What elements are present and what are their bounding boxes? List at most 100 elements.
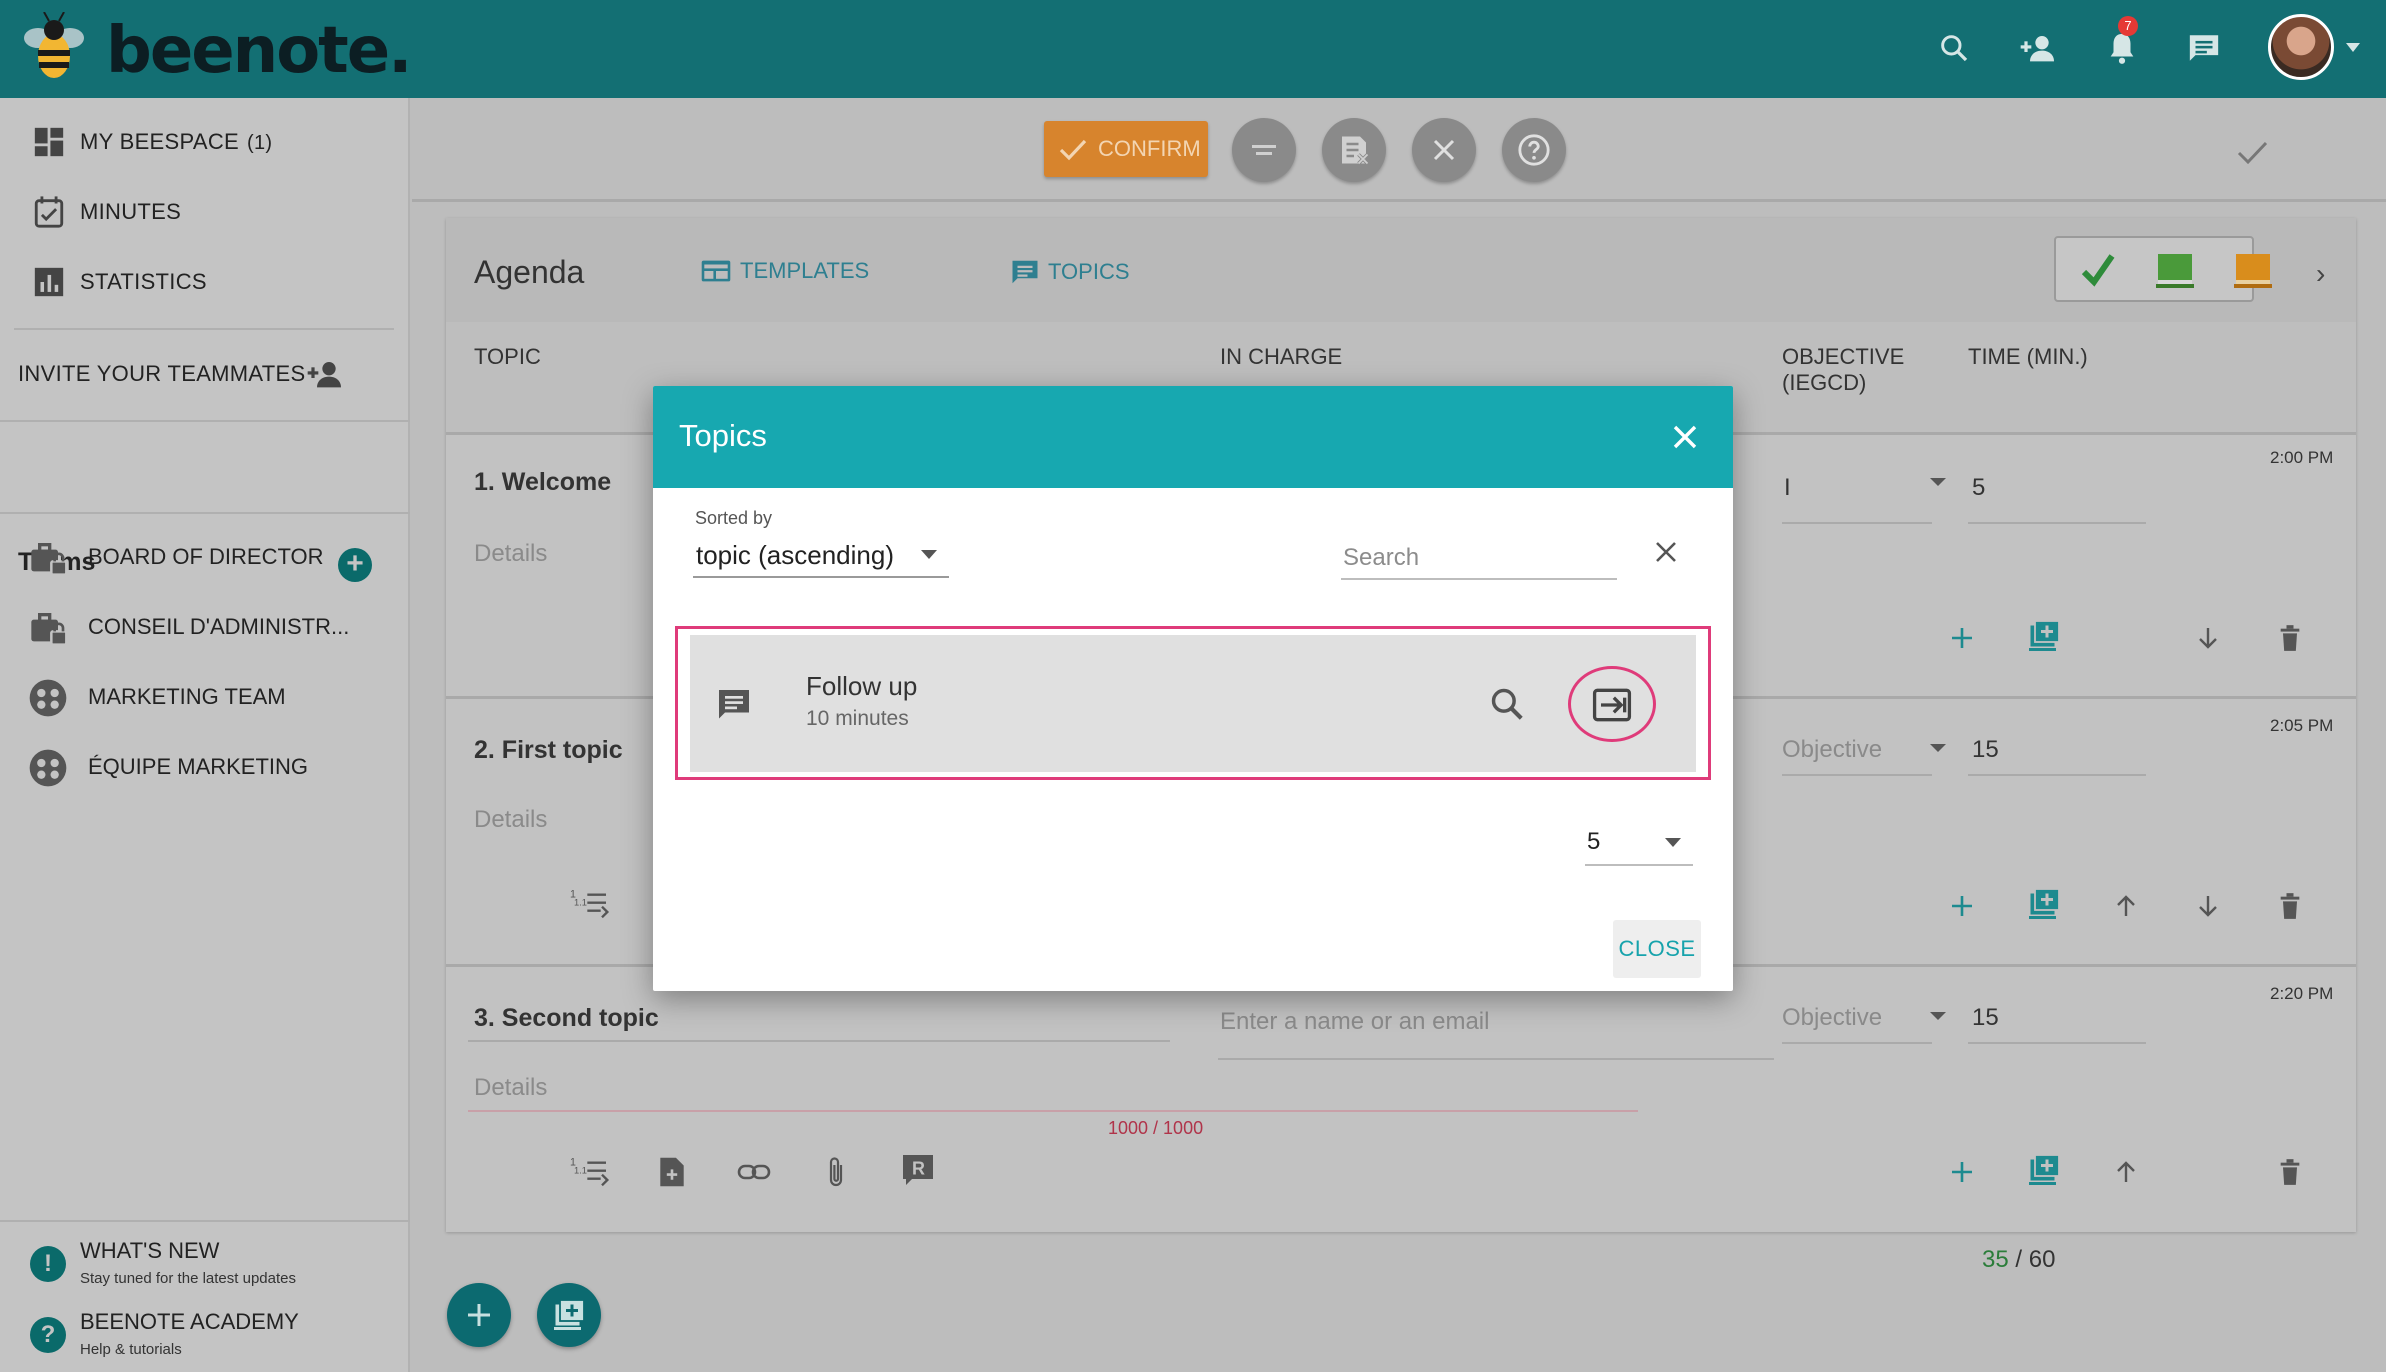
clear-search-icon[interactable] — [1648, 534, 1684, 570]
chevron-right-icon[interactable]: › — [2316, 258, 2325, 290]
add-topic-fab[interactable] — [447, 1283, 511, 1347]
chevron-down-icon[interactable] — [921, 550, 937, 559]
time-input[interactable]: 15 — [1972, 736, 1999, 764]
library-add-icon — [554, 1299, 585, 1330]
chevron-down-icon[interactable] — [1665, 838, 1681, 847]
sort-underline — [693, 576, 949, 578]
agenda-header: Agenda TEMPLATES TOPICS › — [446, 218, 2356, 322]
tab-topics[interactable]: TOPICS — [1010, 258, 1130, 286]
topic-title[interactable]: 1. Welcome — [474, 468, 611, 497]
sidebar-item-statistics[interactable]: STATISTICS — [0, 252, 410, 312]
items-per-page-select[interactable]: 5 — [1587, 828, 1600, 856]
delete-icon[interactable] — [2270, 886, 2310, 926]
topic-result-name: Follow up — [806, 671, 918, 701]
chevron-down-icon[interactable] — [2338, 24, 2368, 72]
remove-notes-button[interactable] — [1322, 118, 1386, 182]
team-label: CONSEIL D'ADMINISTR... — [88, 614, 350, 639]
svg-text:1.1: 1.1 — [574, 1165, 587, 1175]
details-field[interactable]: Details — [474, 540, 547, 568]
add-note-icon[interactable] — [652, 1152, 692, 1192]
confirm-button[interactable]: CONFIRM — [1044, 121, 1208, 177]
team-item-marketing-team[interactable]: MARKETING TEAM — [0, 666, 410, 726]
delete-icon[interactable] — [2270, 618, 2310, 658]
time-input[interactable]: 15 — [1972, 1004, 1999, 1032]
dropdown-arrow-icon[interactable] — [1930, 744, 1946, 752]
whats-new-link[interactable]: ! WHAT'S NEW Stay tuned for the latest u… — [0, 1232, 410, 1302]
topic-title[interactable]: 3. Second topic — [474, 1004, 659, 1033]
column-objective: OBJECTIVE (IEGCD) — [1782, 344, 1905, 395]
help-button[interactable] — [1502, 118, 1566, 182]
link-icon[interactable] — [734, 1152, 774, 1192]
cancel-button[interactable] — [1412, 118, 1476, 182]
close-icon — [1433, 139, 1455, 161]
team-item-equipe-marketing[interactable]: ÉQUIPE MARKETING — [0, 736, 410, 796]
insert-topic-icon[interactable] — [1590, 683, 1634, 727]
column-topic: TOPIC — [474, 344, 541, 369]
move-up-icon[interactable] — [2106, 886, 2146, 926]
objective-select[interactable]: Objective — [1782, 736, 1882, 764]
add-subtopic-icon[interactable] — [1942, 618, 1982, 658]
subtopic-list-icon[interactable]: 1 1.1 — [570, 884, 610, 924]
details-field[interactable]: Details — [474, 806, 547, 834]
add-subtopic-icon[interactable] — [1942, 1152, 1982, 1192]
preview-search-icon[interactable] — [1488, 685, 1526, 723]
objective-underline — [1782, 1042, 1932, 1044]
invite-teammates-button[interactable]: INVITE YOUR TEAMMATES — [0, 344, 410, 404]
search-input[interactable] — [1341, 538, 1617, 580]
move-up-icon[interactable] — [2106, 1152, 2146, 1192]
objective-select[interactable]: I — [1784, 474, 1791, 502]
topic-result-item[interactable]: Follow up 10 minutes — [690, 635, 1696, 772]
attachment-icon[interactable] — [816, 1152, 856, 1192]
user-avatar[interactable] — [2268, 14, 2334, 80]
add-from-library-icon[interactable] — [2024, 1150, 2064, 1190]
time-input[interactable]: 5 — [1972, 474, 1985, 502]
saved-check-icon — [2237, 141, 2268, 165]
dropdown-arrow-icon[interactable] — [1930, 1012, 1946, 1020]
add-from-library-fab[interactable] — [537, 1283, 601, 1347]
sort-select[interactable]: topic (ascending) — [696, 540, 894, 571]
beespace-count: (1) — [247, 132, 273, 154]
academy-subtitle: Help & tutorials — [80, 1341, 182, 1358]
team-item-board-of-director[interactable]: BOARD OF DIRECTOR — [0, 526, 410, 586]
add-from-library-icon[interactable] — [2024, 884, 2064, 924]
green-check-icon[interactable] — [2078, 250, 2118, 290]
alert-icon: ! — [30, 1246, 66, 1282]
per-page-underline — [1585, 864, 1693, 866]
team-label: MARKETING TEAM — [88, 684, 286, 709]
template-icon — [701, 260, 731, 282]
calendar-check-icon — [34, 196, 64, 228]
details-field[interactable]: Details — [474, 1074, 547, 1102]
green-notebook-icon[interactable] — [2154, 252, 2196, 290]
subtopic-list-icon[interactable]: 1 1.1 — [570, 1152, 610, 1192]
sidebar-item-minutes[interactable]: MINUTES — [0, 182, 410, 242]
search-icon[interactable] — [1930, 24, 1978, 72]
close-icon[interactable] — [1667, 419, 1703, 455]
topic-title[interactable]: 2. First topic — [474, 736, 623, 765]
in-charge-input[interactable]: Enter a name or an email — [1220, 1008, 1489, 1036]
add-user-icon[interactable] — [2014, 24, 2062, 72]
close-button[interactable]: CLOSE — [1613, 920, 1701, 978]
delete-icon[interactable] — [2270, 1152, 2310, 1192]
total-time-max: 60 — [2028, 1246, 2056, 1273]
resolution-icon[interactable]: R — [898, 1150, 938, 1190]
sidebar-item-my-beespace[interactable]: MY BEESPACE (1) — [0, 112, 410, 172]
tab-templates[interactable]: TEMPLATES — [700, 258, 869, 284]
academy-link[interactable]: ? BEENOTE ACADEMY Help & tutorials — [0, 1303, 410, 1372]
move-down-icon[interactable] — [2188, 618, 2228, 658]
academy-title: BEENOTE ACADEMY — [80, 1309, 299, 1334]
minimize-button[interactable] — [1232, 118, 1296, 182]
add-subtopic-icon[interactable] — [1942, 886, 1982, 926]
notification-badge: 7 — [2118, 16, 2138, 36]
agenda-title: Agenda — [474, 254, 585, 290]
dashboard-icon — [34, 127, 64, 157]
team-item-conseil[interactable]: CONSEIL D'ADMINISTR... — [0, 596, 410, 656]
row-start-time: 2:05 PM — [2270, 716, 2334, 735]
move-down-icon[interactable] — [2188, 886, 2228, 926]
chat-icon[interactable] — [2180, 24, 2228, 72]
team-label: ÉQUIPE MARKETING — [88, 754, 309, 779]
bee-logo-icon[interactable] — [16, 12, 92, 84]
dropdown-arrow-icon[interactable] — [1930, 478, 1946, 486]
add-from-library-icon[interactable] — [2024, 616, 2064, 656]
objective-select[interactable]: Objective — [1782, 1004, 1882, 1032]
orange-notebook-icon[interactable] — [2232, 252, 2274, 290]
